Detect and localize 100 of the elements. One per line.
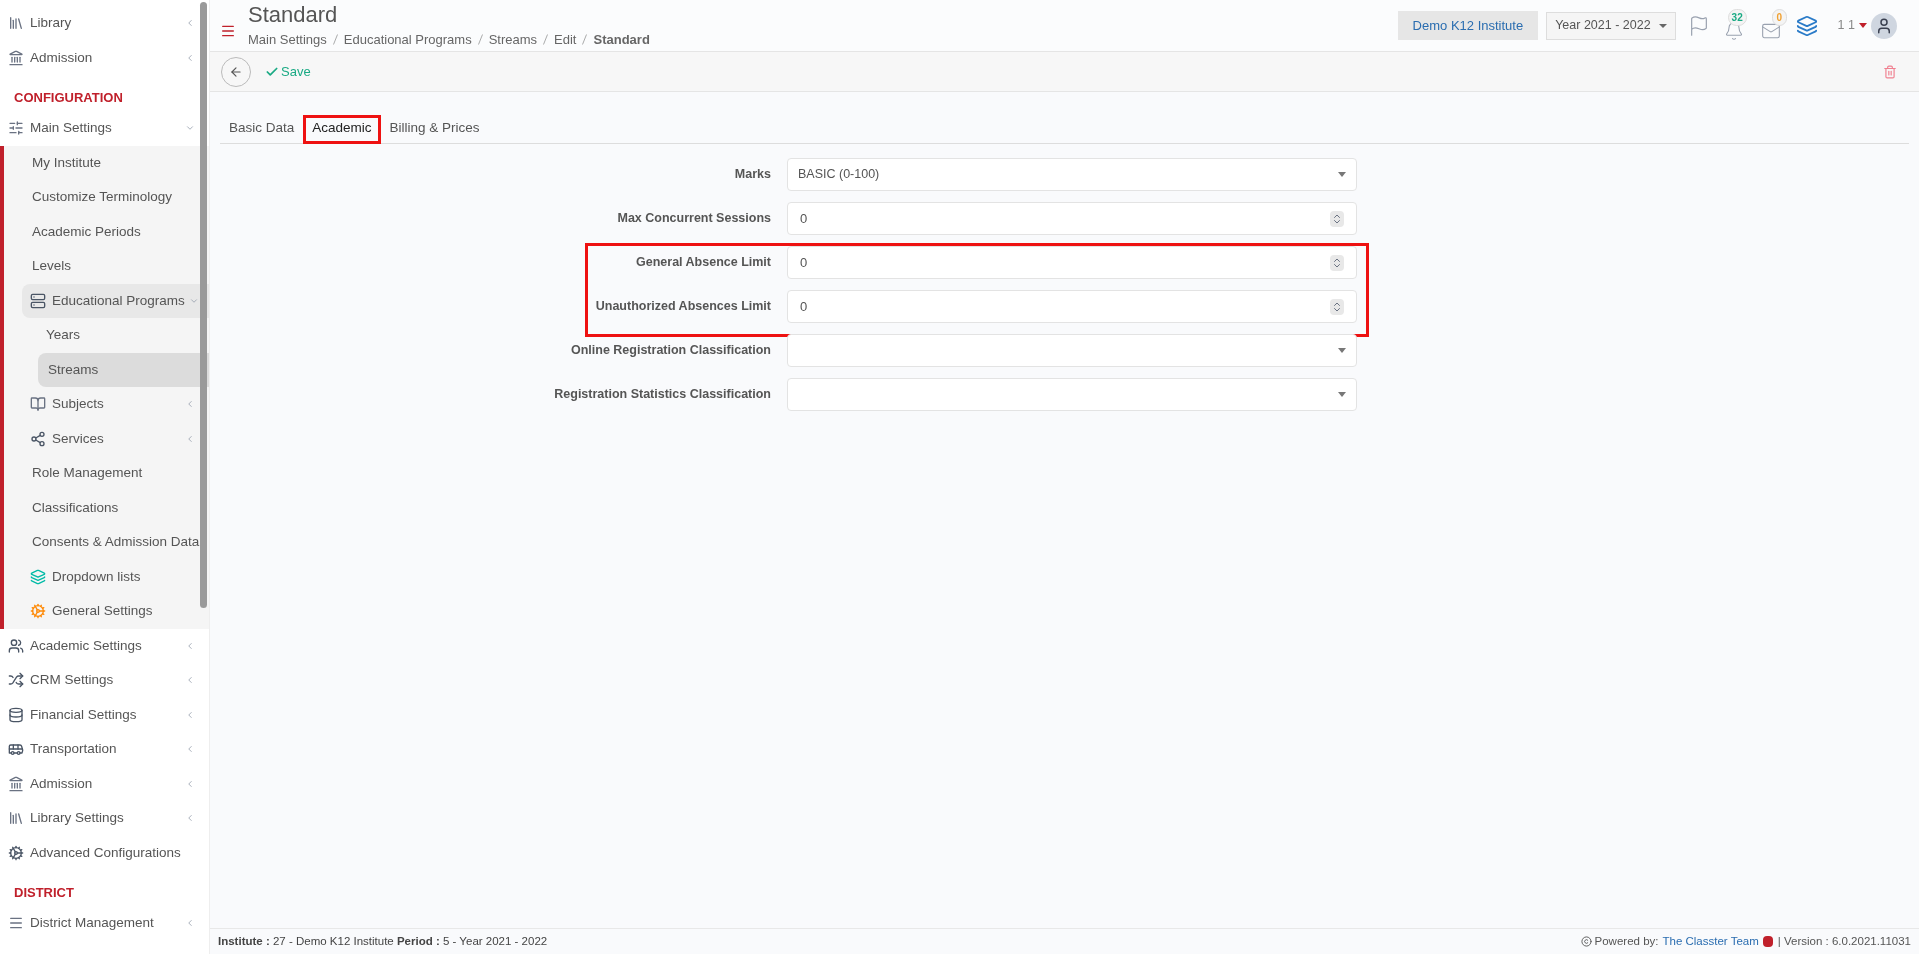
year-select[interactable]: Year 2021 - 2022 <box>1546 11 1676 40</box>
book-icon <box>30 396 46 413</box>
database-icon <box>8 706 24 723</box>
sidebar-item[interactable]: Years <box>4 318 209 353</box>
breadcrumb-item[interactable]: Streams <box>488 29 538 50</box>
section-heading: CONFIGURATION <box>14 88 123 107</box>
tab[interactable]: Basic Data <box>220 115 304 144</box>
chevron-icon <box>185 640 195 651</box>
sidebar-item[interactable]: General Settings <box>4 594 209 629</box>
bus-icon <box>8 741 24 758</box>
number-field[interactable]: 0 <box>787 246 1357 279</box>
select-field[interactable] <box>787 378 1357 411</box>
sidebar-item[interactable]: Customize Terminology <box>4 180 209 215</box>
sidebar-item[interactable]: Transportation <box>0 732 209 767</box>
tab[interactable]: Academic <box>303 115 381 144</box>
chevron-icon <box>185 675 195 686</box>
sidebar-item[interactable]: Financial Settings <box>0 697 209 732</box>
shuffle-icon <box>8 672 24 689</box>
breadcrumb-item[interactable]: Educational Programs <box>343 29 472 50</box>
breadcrumb-separator-icon <box>477 34 483 45</box>
spinner-icon <box>1330 298 1344 315</box>
sidebar-item[interactable]: Library Settings <box>0 801 209 836</box>
field-label: Unauthorized Absences Limit <box>594 298 772 315</box>
breadcrumb-separator-icon <box>582 34 588 45</box>
sidebar-item[interactable]: Consents & Admission Data <box>4 525 209 560</box>
sidebar-item[interactable]: Main Settings <box>0 111 209 146</box>
dropdown-caret-icon <box>1338 392 1346 397</box>
sliders-icon <box>8 120 24 137</box>
chevron-icon <box>185 18 195 29</box>
sidebar-item[interactable]: Services <box>4 421 209 456</box>
library-icon <box>8 15 24 32</box>
breadcrumb-item[interactable]: Edit <box>554 29 577 50</box>
chevron-icon <box>185 813 195 824</box>
sidebar-item[interactable]: Advanced Configurations <box>0 835 209 870</box>
version-text: | Version : 6.0.2021.11031 <box>1777 933 1911 949</box>
breadcrumb-item[interactable]: Main Settings <box>248 29 327 50</box>
message-count: 0 <box>1771 8 1788 26</box>
dropdown-caret-icon <box>1338 172 1346 177</box>
sidebar-item[interactable]: Streams <box>38 352 209 387</box>
avatar[interactable] <box>1871 12 1897 39</box>
sidebar-item[interactable]: CRM Settings <box>0 663 209 698</box>
bank-icon <box>8 775 24 792</box>
field-label: Registration Statistics Classification <box>553 386 772 403</box>
number-field[interactable]: 0 <box>787 202 1357 235</box>
institute-button[interactable]: Demo K12 Institute <box>1397 11 1539 40</box>
sidebar-item[interactable]: Admission <box>0 766 209 801</box>
team-link[interactable]: The Classter Team <box>1662 932 1759 951</box>
tab[interactable]: Billing & Prices <box>380 115 489 144</box>
chevron-icon <box>185 52 195 63</box>
delete-icon[interactable] <box>1883 64 1897 79</box>
sidebar-item[interactable]: Subjects <box>4 387 209 422</box>
arrow-left-icon <box>229 64 243 79</box>
sidebar-item[interactable]: Classifications <box>4 490 209 525</box>
gear-icon <box>8 844 24 861</box>
notification-count: 32 <box>1727 8 1747 26</box>
copyright-icon <box>1580 936 1592 947</box>
sidebar-item[interactable]: Library <box>0 6 209 41</box>
sidebar-item[interactable]: Levels <box>4 249 209 284</box>
breadcrumb-item: Standard <box>593 30 650 49</box>
section-heading: DISTRICT <box>14 883 74 902</box>
sidebar-item[interactable]: Role Management <box>4 456 209 491</box>
powered-by-text: Powered by: <box>1594 933 1659 949</box>
network-icon <box>30 430 46 447</box>
user-name[interactable]: 1 1 <box>1837 16 1855 35</box>
breadcrumb-separator-icon <box>332 34 338 45</box>
users-icon <box>8 637 24 654</box>
number-field[interactable]: 0 <box>787 290 1357 323</box>
chevron-icon <box>185 709 195 720</box>
sidebar-item[interactable]: Academic Settings <box>0 628 209 663</box>
sidebar-item[interactable]: My Institute <box>4 145 209 180</box>
library-icon <box>8 810 24 827</box>
spinner-icon <box>1330 210 1344 227</box>
page-title: Standard <box>248 1 339 28</box>
dropdown-caret-icon <box>1658 23 1667 28</box>
dropdown-caret-icon <box>1338 348 1346 353</box>
caret-icon <box>1859 23 1867 28</box>
select-field[interactable]: BASIC (0-100) <box>787 158 1357 191</box>
layers-icon <box>30 568 46 585</box>
sidebar-item[interactable]: Admission <box>0 40 209 75</box>
chevron-icon <box>185 778 195 789</box>
chevron-icon <box>185 918 195 929</box>
select-field[interactable] <box>787 334 1357 367</box>
bank-icon <box>8 49 24 66</box>
sidebar-item[interactable]: Educational Programs <box>22 283 209 318</box>
breadcrumb-separator-icon <box>543 34 549 45</box>
sidebar-item[interactable]: Academic Periods <box>4 214 209 249</box>
chevron-icon <box>185 433 195 444</box>
field-label: Marks <box>733 166 772 183</box>
gear-icon <box>30 603 46 620</box>
chevron-icon <box>185 399 195 410</box>
chevron-icon <box>185 744 195 755</box>
spinner-icon <box>1330 254 1344 271</box>
sidebar-item[interactable]: District Management <box>0 906 209 941</box>
field-label: Max Concurrent Sessions <box>616 210 772 227</box>
footer-info: Institute : 27 - Demo K12 Institute Period : 5 - Year 2021 - 2022 <box>218 933 548 949</box>
layers-plus-icon[interactable] <box>1795 14 1818 37</box>
field-label: Online Registration Classification <box>569 342 772 359</box>
scrollbar[interactable] <box>200 2 207 608</box>
sidebar-item[interactable]: Dropdown lists <box>4 559 209 594</box>
logo-icon <box>1762 936 1773 947</box>
